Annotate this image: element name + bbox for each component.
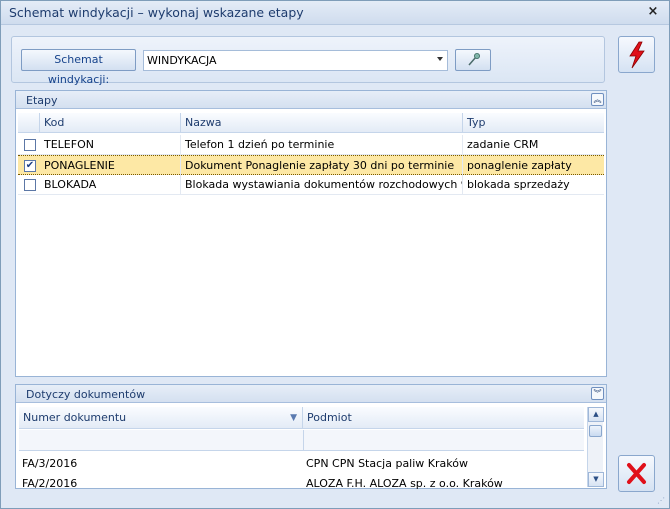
cell-nazwa: Blokada wystawiania dokumentów rozchodow… — [181, 175, 463, 194]
etapy-label: Etapy — [26, 94, 58, 107]
column-header-nazwa[interactable]: Nazwa — [181, 113, 463, 133]
cancel-button[interactable] — [618, 455, 655, 492]
cell-typ: ponaglenie zapłaty — [467, 159, 572, 172]
scroll-down-icon[interactable]: ▼ — [588, 472, 604, 487]
table-row[interactable]: ✔ PONAGLENIE Dokument Ponaglenie zapłaty… — [18, 155, 604, 175]
dialog-window: Schemat windykacji – wykonaj wskazane et… — [0, 0, 670, 509]
schemat-panel: Schemat windykacji: WINDYKACJA — [11, 36, 605, 86]
cell-podmiot: ALOZA F.H. ALOZA sp. z o.o. Kraków — [306, 477, 503, 490]
column-header-podmiot[interactable]: Podmiot — [303, 407, 584, 429]
etapy-header: Etapy ︽ — [16, 91, 606, 109]
table-row[interactable]: BLOKADA Blokada wystawiania dokumentów r… — [18, 175, 604, 195]
resize-grip-icon[interactable]: ⋰ — [657, 496, 667, 506]
numer-header-label: Numer dokumentu — [23, 411, 127, 424]
dokumenty-header: Dotyczy dokumentów ︾ — [16, 385, 606, 403]
check-column-header[interactable] — [18, 113, 40, 133]
column-header-typ[interactable]: Typ — [463, 113, 606, 133]
picker-icon — [468, 53, 480, 66]
table-row[interactable]: FA/3/2016 CPN CPN Stacja paliw Kraków — [19, 454, 584, 474]
cell-numer: FA/3/2016 — [22, 457, 78, 470]
filter-row[interactable] — [19, 430, 584, 451]
column-header-numer[interactable]: Numer dokumentu ▼ — [19, 407, 303, 429]
table-row[interactable]: FA/2/2016 ALOZA F.H. ALOZA sp. z o.o. Kr… — [19, 474, 584, 494]
title-bar: Schemat windykacji – wykonaj wskazane et… — [1, 1, 669, 25]
vertical-scrollbar[interactable]: ▲ ▼ — [587, 407, 604, 487]
scroll-up-icon[interactable]: ▲ — [588, 407, 604, 422]
picker-button[interactable] — [455, 49, 491, 71]
scroll-thumb[interactable] — [589, 425, 602, 437]
run-button[interactable] — [618, 36, 655, 73]
row-checkbox[interactable] — [24, 139, 36, 151]
cell-nazwa: Dokument Ponaglenie zapłaty 30 dni po te… — [181, 156, 463, 175]
cell-kod: PONAGLENIE — [40, 156, 181, 175]
cell-kod: TELEFON — [40, 135, 181, 154]
cell-podmiot: CPN CPN Stacja paliw Kraków — [306, 457, 468, 470]
cell-numer: FA/2/2016 — [22, 477, 78, 490]
column-header-kod[interactable]: Kod — [40, 113, 181, 133]
cell-kod: BLOKADA — [40, 175, 181, 194]
lightning-icon — [629, 41, 645, 69]
row-checkbox[interactable] — [24, 179, 36, 191]
dropdown-arrow-icon[interactable] — [437, 57, 443, 61]
etapy-section: Etapy ︽ Kod Nazwa Typ TELEFON Telefon 1 … — [15, 90, 607, 377]
cell-nazwa: Telefon 1 dzień po terminie — [181, 135, 463, 154]
close-icon[interactable]: × — [645, 4, 661, 20]
dokumenty-grid-header: Numer dokumentu ▼ Podmiot — [19, 407, 584, 429]
row-checkbox[interactable]: ✔ — [24, 160, 36, 172]
etapy-grid-header: Kod Nazwa Typ — [18, 113, 604, 133]
dokumenty-label: Dotyczy dokumentów — [26, 388, 146, 401]
table-row[interactable]: TELEFON Telefon 1 dzień po terminie zada… — [18, 135, 604, 155]
filter-icon[interactable]: ▼ — [290, 407, 297, 429]
schemat-windykacji-button[interactable]: Schemat windykacji: — [21, 49, 136, 86]
cell-typ: zadanie CRM — [467, 138, 539, 151]
window-title: Schemat windykacji – wykonaj wskazane et… — [9, 5, 304, 20]
expand-icon[interactable]: ︾ — [591, 387, 604, 400]
dokumenty-section: Dotyczy dokumentów ︾ Numer dokumentu ▼ P… — [15, 384, 607, 490]
collapse-icon[interactable]: ︽ — [591, 93, 604, 106]
red-x-icon — [627, 463, 646, 484]
schemat-select[interactable]: WINDYKACJA — [143, 50, 448, 71]
schemat-select-value: WINDYKACJA — [147, 54, 217, 67]
cell-typ: blokada sprzedaży — [467, 178, 570, 191]
column-divider — [303, 430, 304, 451]
